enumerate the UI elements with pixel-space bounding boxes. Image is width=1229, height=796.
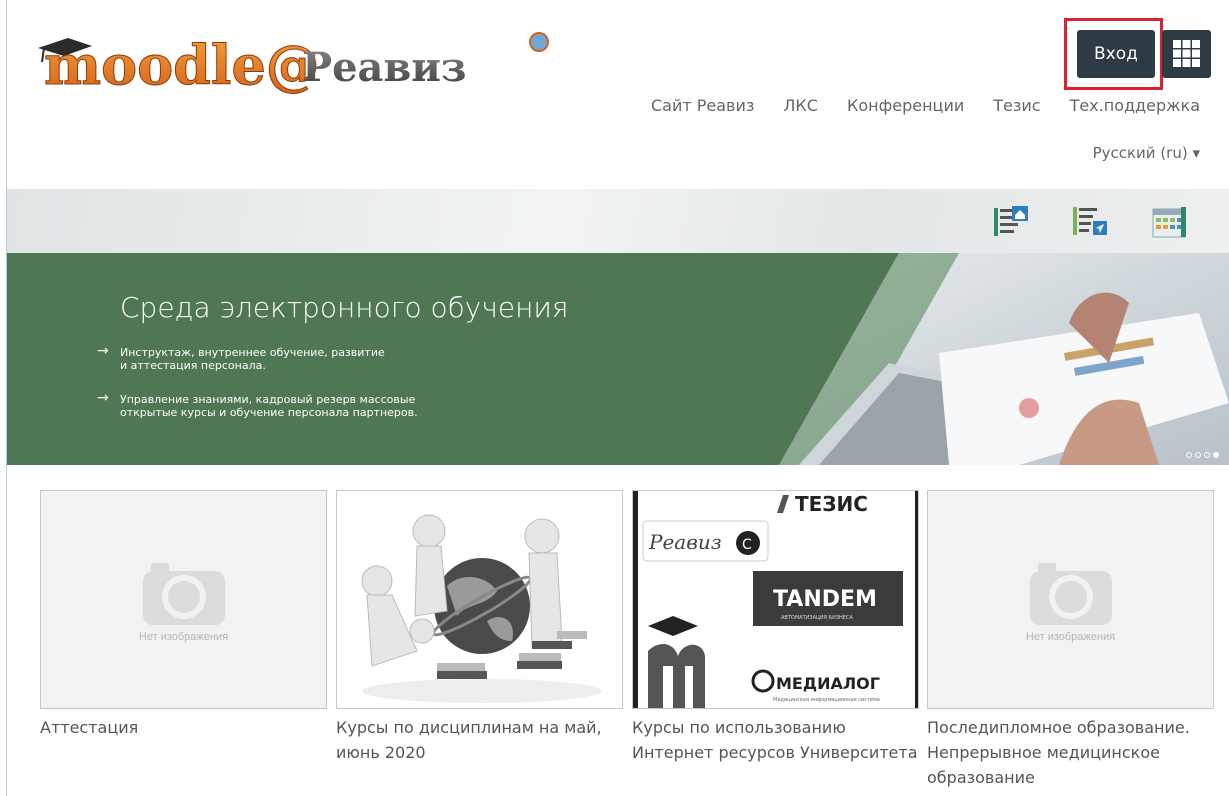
send-list-icon[interactable] xyxy=(1071,203,1107,239)
slide-dot[interactable] xyxy=(1186,452,1192,458)
laptop-report-image xyxy=(779,253,1229,465)
top-navigation: Сайт Реавиз ЛКС Конференции Тезис Тех.по… xyxy=(651,96,1200,115)
nav-link-support[interactable]: Тех.поддержка xyxy=(1070,96,1200,115)
logo-text: Медицинская информационная система xyxy=(773,697,880,703)
course-card-internet-resources[interactable]: ТЕЗИС Реавиз C TANDEM АВТОМАТИЗАЦИЯ БИЗН… xyxy=(632,490,919,765)
slide-dot-active[interactable] xyxy=(1213,452,1219,458)
language-selector[interactable]: Русский (ru) ▾ xyxy=(1093,144,1200,162)
arrow-right-icon: → xyxy=(97,390,109,406)
figures-globe-image xyxy=(361,514,602,703)
logo-text: TANDEM xyxy=(773,587,877,612)
login-button[interactable]: Вход xyxy=(1077,30,1155,78)
logo-text: АВТОМАТИЗАЦИЯ БИЗНЕСА xyxy=(781,615,853,621)
hero-slider: Среда электронного обучения → Инструктаж… xyxy=(7,253,1229,465)
course-title[interactable]: Курсы по использованию Интернет ресурсов… xyxy=(632,715,919,765)
apps-grid-button[interactable] xyxy=(1162,30,1211,78)
logo-text: ТЕЗИС xyxy=(795,492,868,516)
course-card-attestation[interactable]: Нет изображения Аттестация xyxy=(40,490,327,740)
slider-dots xyxy=(1186,452,1219,458)
home-dashboard-icon[interactable] xyxy=(992,203,1028,239)
banner-title: Среда электронного обучения xyxy=(120,291,569,324)
nav-link-conferences[interactable]: Конференции xyxy=(847,96,964,115)
grid-icon xyxy=(1173,40,1200,67)
slide-dot[interactable] xyxy=(1204,452,1210,458)
camera-icon xyxy=(143,563,225,625)
moodle-reaviz-logo[interactable]: moodle@ Реавиз xyxy=(34,26,554,102)
course-image xyxy=(336,490,623,709)
svg-text:C: C xyxy=(742,537,752,553)
calendar-icon[interactable] xyxy=(1151,203,1187,239)
course-image: ТЕЗИС Реавиз C TANDEM АВТОМАТИЗАЦИЯ БИЗН… xyxy=(632,490,919,709)
svg-text:moodle@: moodle@ xyxy=(44,33,320,97)
no-image-placeholder: Нет изображения xyxy=(40,490,327,709)
course-title[interactable]: Курсы по дисциплинам на май, июнь 2020 xyxy=(336,715,623,765)
quick-icon-bar xyxy=(7,189,1229,253)
slide-dot[interactable] xyxy=(1195,452,1201,458)
camera-icon xyxy=(1030,563,1112,625)
logo-text: Реавиз xyxy=(648,530,722,554)
course-card-may-june[interactable]: Курсы по дисциплинам на май, июнь 2020 xyxy=(336,490,623,765)
course-card-postgraduate[interactable]: Нет изображения Последипломное образован… xyxy=(927,490,1214,790)
logo-text: МЕДИАЛОГ xyxy=(776,674,880,693)
nav-link-lks[interactable]: ЛКС xyxy=(783,96,818,115)
course-title[interactable]: Последипломное образование. Непрерывное … xyxy=(927,715,1214,790)
arrow-right-icon: → xyxy=(97,343,109,359)
nav-link-tezis[interactable]: Тезис xyxy=(993,96,1040,115)
nav-link-reaviz-site[interactable]: Сайт Реавиз xyxy=(651,96,754,115)
course-title[interactable]: Аттестация xyxy=(40,715,327,740)
no-image-placeholder: Нет изображения xyxy=(927,490,1214,709)
svg-text:Реавиз: Реавиз xyxy=(302,44,466,91)
partner-logos-image: ТЕЗИС Реавиз C TANDEM АВТОМАТИЗАЦИЯ БИЗН… xyxy=(633,491,918,708)
